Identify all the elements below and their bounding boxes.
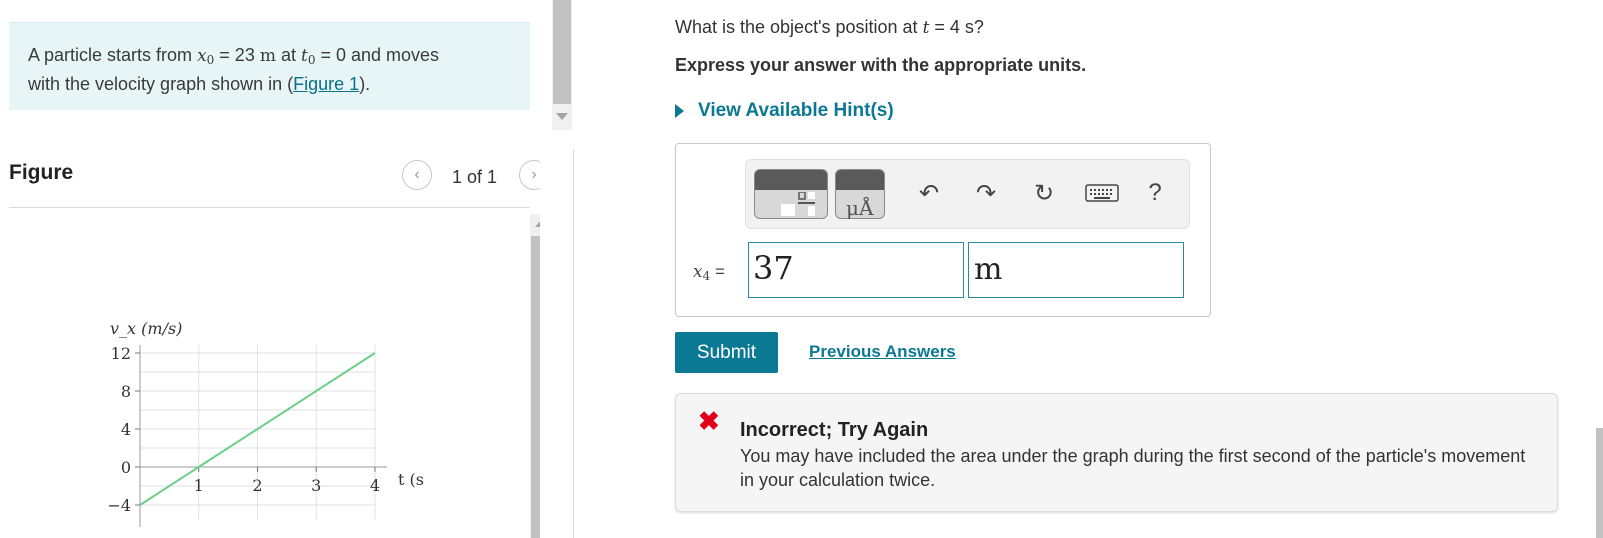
feedback-title: Incorrect; Try Again <box>740 419 929 441</box>
keyboard-button[interactable] <box>1083 178 1121 208</box>
chevron-right-icon: › <box>531 166 537 183</box>
velocity-chart: 12840−41234 v_x (m/s) t (s) <box>107 319 425 527</box>
redo-icon: ↷ <box>975 179 997 207</box>
problem-text: at <box>275 45 301 65</box>
units-icon: μÅ <box>846 196 874 220</box>
answer-value-input[interactable]: 37 <box>748 242 964 298</box>
figure-prev-button[interactable]: ‹ <box>402 160 432 190</box>
figure-link[interactable]: Figure 1 <box>293 74 359 94</box>
figure-title: Figure <box>9 161 74 184</box>
problem-scrollbar-thumb[interactable] <box>553 0 571 104</box>
x0-symbol: x0 <box>197 46 215 67</box>
templates-button[interactable] <box>754 169 828 219</box>
previous-answers-link[interactable]: Previous Answers <box>809 342 956 362</box>
problem-text: = 0 and moves <box>315 45 440 65</box>
problem-text: with the velocity graph shown in ( <box>28 74 294 94</box>
figure-scrollbar[interactable] <box>530 214 540 538</box>
help-icon: ? <box>1148 179 1162 206</box>
undo-icon: ↶ <box>918 179 940 207</box>
chevron-left-icon: ‹ <box>414 166 420 183</box>
y-tick-label: −4 <box>107 496 131 515</box>
answer-unit-input[interactable]: m <box>968 242 1184 298</box>
chart-y-label: v_x (m/s) <box>110 319 182 338</box>
figure-scrollbar-thumb[interactable] <box>531 236 540 538</box>
t0-symbol: t0 <box>300 46 316 67</box>
pane-divider <box>573 150 574 538</box>
instruction-text: Express your answer with the appropriate… <box>675 55 1087 75</box>
problem-line-2: with the velocity graph shown in (Figure… <box>28 72 512 96</box>
fraction-template-icon <box>781 192 815 216</box>
y-tick-label: 12 <box>111 344 131 363</box>
y-tick-label: 4 <box>121 420 131 439</box>
scroll-up-arrow-icon[interactable] <box>535 220 540 227</box>
chart-x-label: t (s) <box>398 470 425 489</box>
reset-icon: ↻ <box>1033 179 1055 207</box>
figure-divider <box>9 207 530 208</box>
answer-variable-label: x4 = <box>693 262 725 283</box>
x-icon: ✖ <box>698 406 720 436</box>
x-tick-label: 2 <box>252 476 262 495</box>
submit-button[interactable]: Submit <box>675 332 778 373</box>
question-text: What is the object's position at t = 4 s… <box>675 17 984 38</box>
view-hints-label: View Available Hint(s) <box>698 100 894 121</box>
problem-text: = 23 <box>214 45 260 65</box>
math-toolbar: μÅ ↶ ↷ ↻ ? <box>745 159 1190 229</box>
redo-button[interactable]: ↷ <box>971 178 1001 208</box>
caret-right-icon <box>675 104 684 118</box>
undo-button[interactable]: ↶ <box>914 178 944 208</box>
view-hints-link[interactable]: View Available Hint(s) <box>675 100 894 122</box>
x-tick-label: 1 <box>194 476 204 495</box>
left-pane: A particle starts from x0 = 23 m at t0 =… <box>0 0 540 538</box>
problem-text: A particle starts from <box>28 45 198 65</box>
feedback-text: You may have included the area under the… <box>740 446 1526 490</box>
help-button[interactable]: ? <box>1140 178 1170 208</box>
problem-text: ). <box>359 74 371 94</box>
problem-scrollbar[interactable] <box>552 0 572 130</box>
feedback-box: ✖ Incorrect; Try Again You may have incl… <box>675 393 1558 512</box>
page-scrollbar-thumb[interactable] <box>1596 428 1603 538</box>
unit-m: m <box>259 46 276 66</box>
problem-statement: A particle starts from x0 = 23 m at t0 =… <box>9 22 530 110</box>
x-tick-label: 3 <box>311 476 321 495</box>
reset-button[interactable]: ↻ <box>1029 178 1059 208</box>
figure-pager-text: 1 of 1 <box>452 167 498 187</box>
problem-line-1: A particle starts from x0 = 23 m at t0 =… <box>28 43 512 72</box>
x-tick-label: 4 <box>370 476 380 495</box>
keyboard-icon <box>1085 184 1119 202</box>
figure-next-button[interactable]: › <box>519 160 540 190</box>
y-tick-label: 8 <box>121 382 131 401</box>
y-tick-label: 0 <box>121 458 131 477</box>
units-button[interactable]: μÅ <box>835 169 885 220</box>
scroll-down-arrow-icon[interactable] <box>556 113 568 120</box>
y-label-symbol: v_x (m/s) <box>110 319 182 338</box>
